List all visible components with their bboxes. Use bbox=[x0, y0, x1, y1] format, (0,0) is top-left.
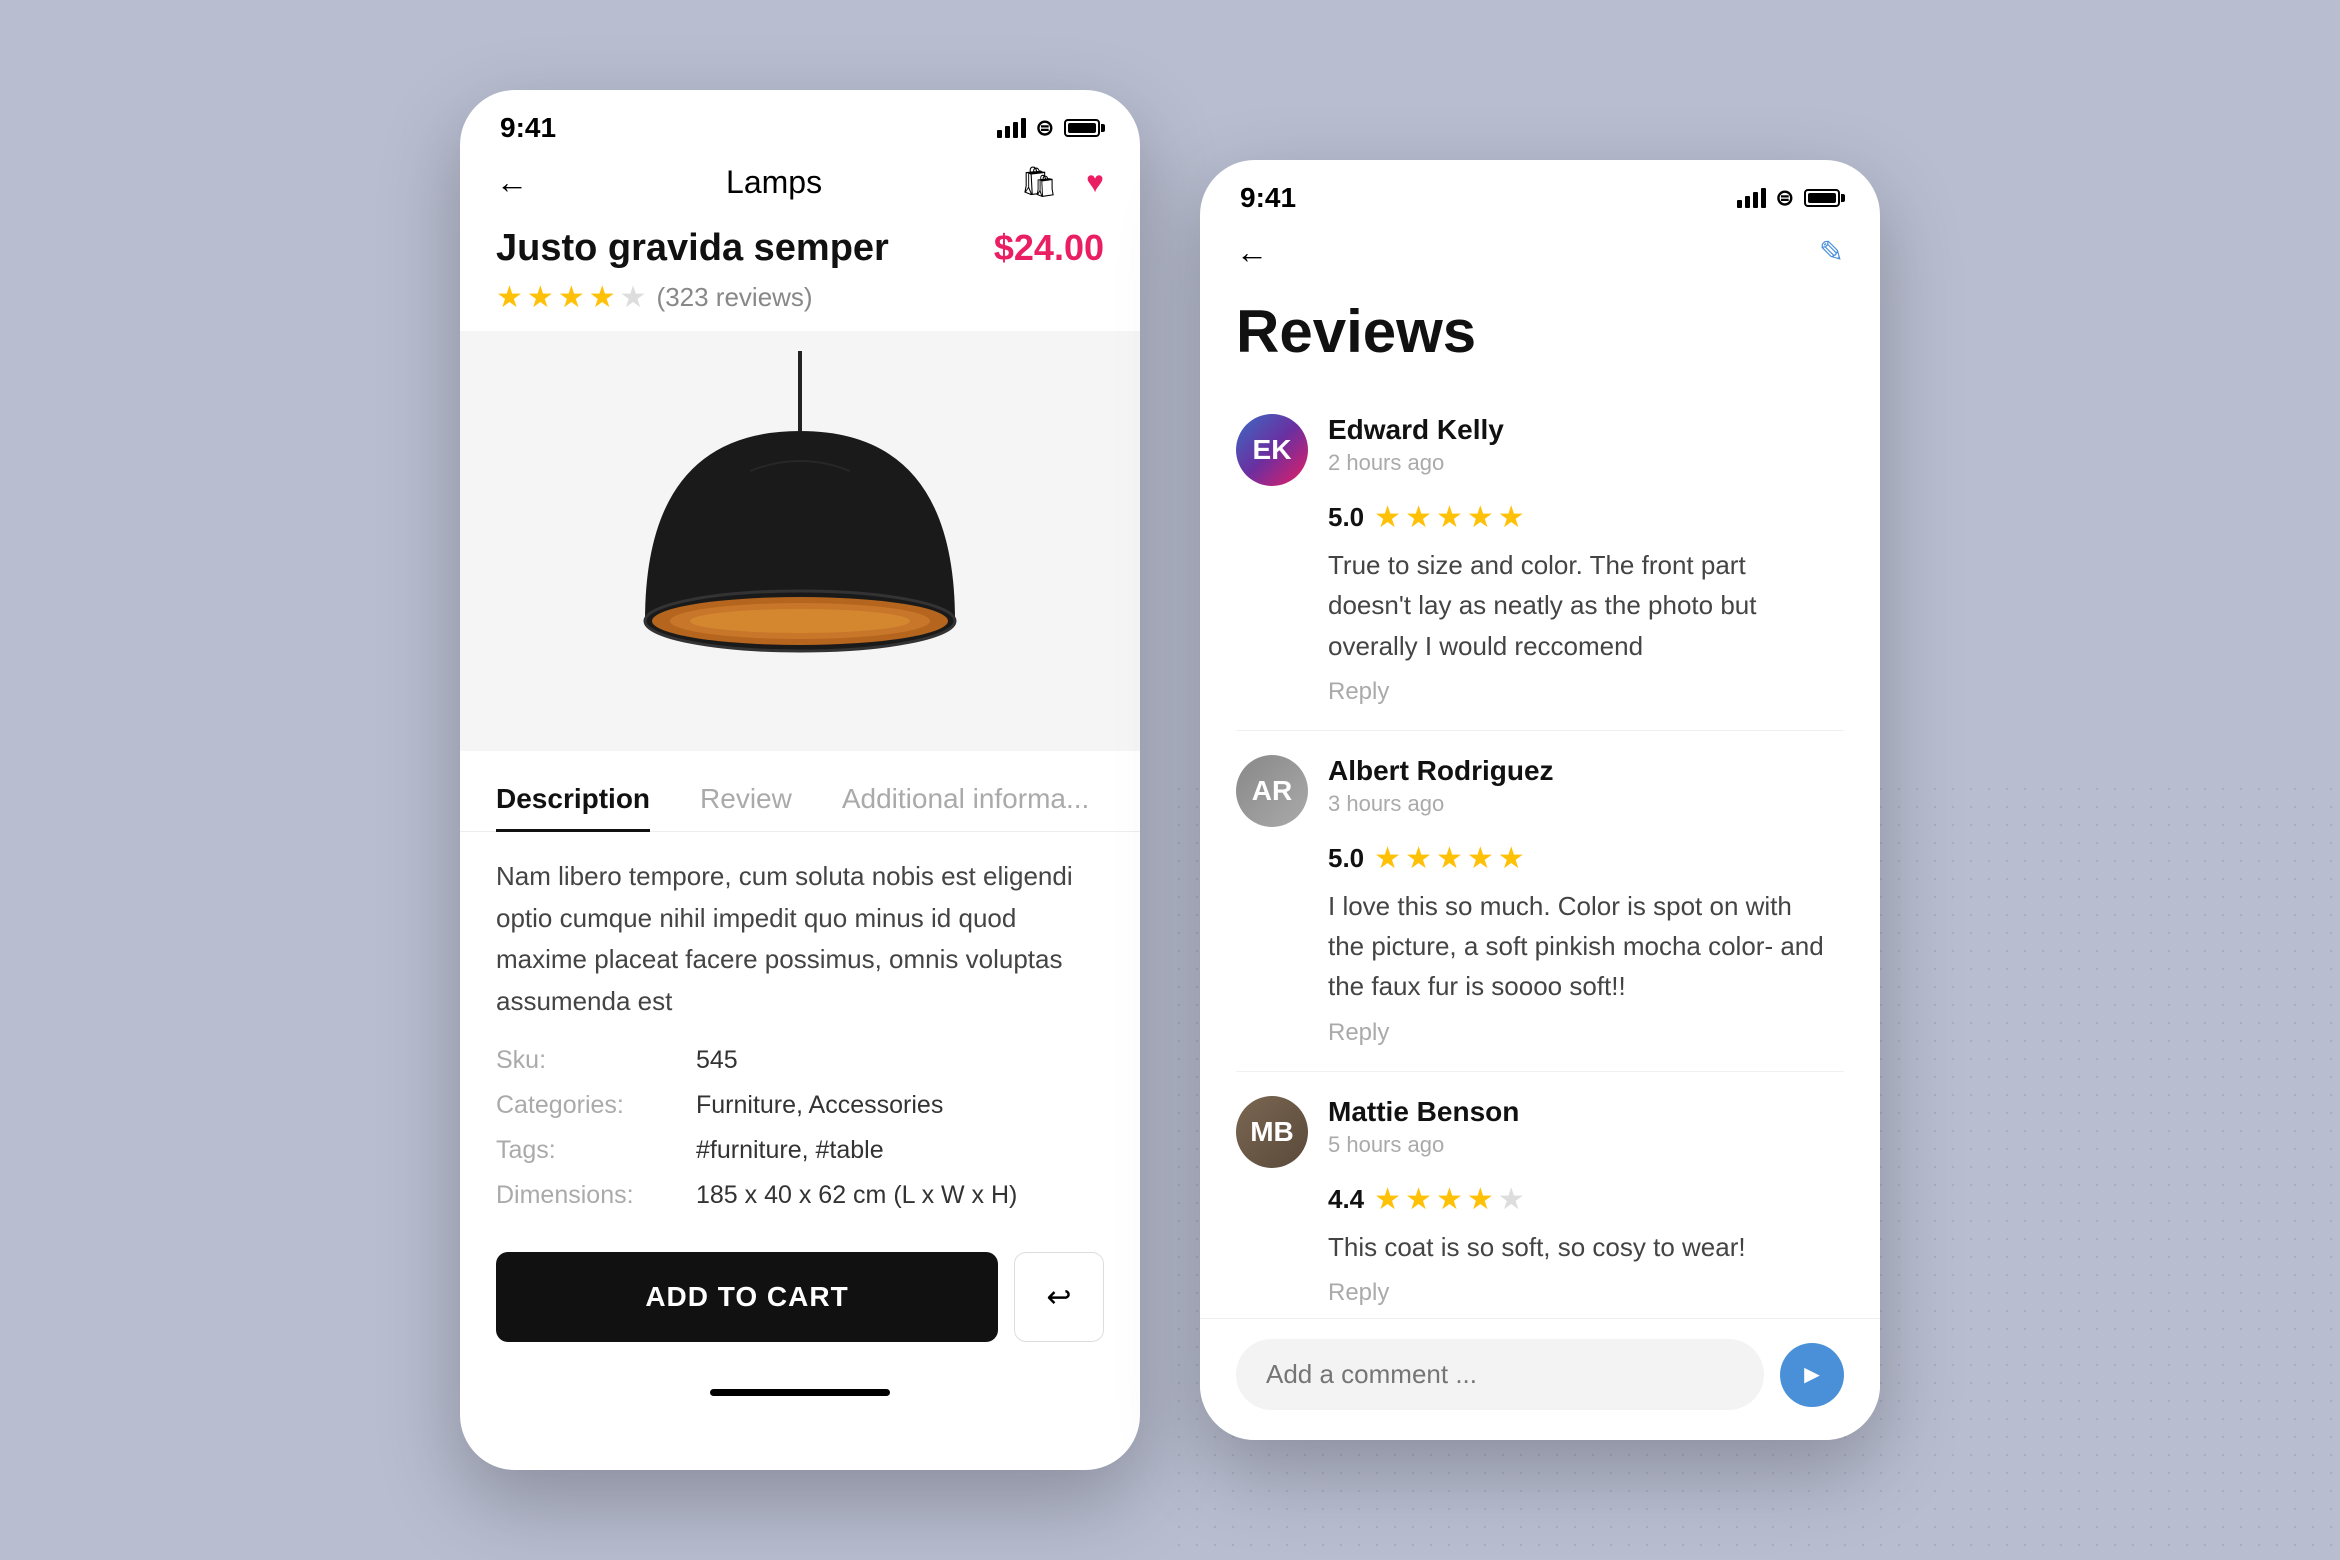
reviewer-info-edward: Edward Kelly 2 hours ago bbox=[1328, 414, 1504, 476]
reviews-list: EK Edward Kelly 2 hours ago 5.0 ★ ★ ★ ★ … bbox=[1200, 390, 1880, 1332]
sku-value: 545 bbox=[696, 1046, 738, 1075]
categories-value: Furniture, Accessories bbox=[696, 1091, 943, 1120]
home-indicator bbox=[460, 1372, 1140, 1412]
detail-tags: Tags: #furniture, #table bbox=[496, 1128, 1104, 1173]
lamp-illustration bbox=[620, 351, 980, 731]
review-header-albert: AR Albert Rodriguez 3 hours ago bbox=[1236, 755, 1844, 827]
status-time: 9:41 bbox=[500, 112, 556, 144]
tags-value: #furniture, #table bbox=[696, 1136, 884, 1165]
comment-bar: ► bbox=[1200, 1318, 1880, 1440]
tab-description[interactable]: Description bbox=[496, 767, 650, 831]
star-rating: ★ ★ ★ ★ ★ bbox=[496, 280, 647, 315]
rating-row: ★ ★ ★ ★ ★ (323 reviews) bbox=[460, 270, 1140, 315]
product-details: Sku: 545 Categories: Furniture, Accessor… bbox=[460, 1038, 1140, 1218]
reviewer-time-edward: 2 hours ago bbox=[1328, 450, 1504, 476]
tab-review[interactable]: Review bbox=[700, 767, 792, 831]
reviews-status-icons: ⊜ bbox=[1737, 185, 1840, 211]
wishlist-icon[interactable]: ♥ bbox=[1086, 166, 1104, 200]
star-4: ★ bbox=[589, 280, 616, 315]
comment-input[interactable] bbox=[1236, 1339, 1764, 1410]
star-3: ★ bbox=[558, 280, 585, 315]
star-2: ★ bbox=[527, 280, 554, 315]
reply-button-mattie[interactable]: Reply bbox=[1236, 1279, 1844, 1307]
reviews-back-button[interactable]: ← bbox=[1236, 234, 1268, 271]
star-1: ★ bbox=[496, 280, 523, 315]
avatar-edward: EK bbox=[1236, 414, 1308, 486]
categories-label: Categories: bbox=[496, 1091, 696, 1120]
review-header-mattie: MB Mattie Benson 5 hours ago bbox=[1236, 1096, 1844, 1168]
reviews-signal-icon bbox=[1737, 188, 1766, 208]
status-icons: ⊜ bbox=[997, 115, 1100, 141]
add-to-cart-button[interactable]: ADD TO CART bbox=[496, 1252, 998, 1342]
review-stars-albert: ★ ★ ★ ★ ★ bbox=[1374, 841, 1525, 876]
reviews-title: Reviews bbox=[1200, 287, 1880, 390]
review-item-albert: AR Albert Rodriguez 3 hours ago 5.0 ★ ★ … bbox=[1236, 731, 1844, 1072]
review-rating-mattie: 4.4 ★ ★ ★ ★ ★ bbox=[1236, 1182, 1844, 1217]
review-count: (323 reviews) bbox=[657, 282, 813, 313]
detail-sku: Sku: 545 bbox=[496, 1038, 1104, 1083]
sku-label: Sku: bbox=[496, 1046, 696, 1075]
product-screen: 9:41 ⊜ ← Lamps 🛍 ♥ Justo gravida semper … bbox=[460, 90, 1140, 1470]
tags-label: Tags: bbox=[496, 1136, 696, 1165]
cart-bar: ADD TO CART ↩ bbox=[460, 1228, 1140, 1372]
review-stars-mattie: ★ ★ ★ ★ ★ bbox=[1374, 1182, 1525, 1217]
product-header: Justo gravida semper $24.00 bbox=[460, 217, 1140, 270]
reviewer-time-mattie: 5 hours ago bbox=[1328, 1132, 1519, 1158]
product-tabs: Description Review Additional informa... bbox=[460, 767, 1140, 832]
reviewer-name-edward: Edward Kelly bbox=[1328, 414, 1504, 446]
review-score-edward: 5.0 bbox=[1328, 502, 1364, 533]
home-bar bbox=[710, 1389, 890, 1396]
share-icon: ↩ bbox=[1046, 1280, 1071, 1315]
reviews-nav: ← ✎ bbox=[1200, 224, 1880, 287]
nav-bar: ← Lamps 🛍 ♥ bbox=[460, 154, 1140, 217]
avatar-mattie: MB bbox=[1236, 1096, 1308, 1168]
reviews-status-bar: 9:41 ⊜ bbox=[1200, 160, 1880, 224]
avatar-albert: AR bbox=[1236, 755, 1308, 827]
review-item-mattie: MB Mattie Benson 5 hours ago 4.4 ★ ★ ★ ★… bbox=[1236, 1072, 1844, 1332]
dimensions-label: Dimensions: bbox=[496, 1181, 696, 1210]
edit-icon[interactable]: ✎ bbox=[1819, 235, 1844, 270]
review-rating-albert: 5.0 ★ ★ ★ ★ ★ bbox=[1236, 841, 1844, 876]
reviewer-name-albert: Albert Rodriguez bbox=[1328, 755, 1554, 787]
reviewer-time-albert: 3 hours ago bbox=[1328, 791, 1554, 817]
wifi-icon: ⊜ bbox=[1036, 115, 1054, 141]
reply-button-edward[interactable]: Reply bbox=[1236, 678, 1844, 706]
tab-additional-info[interactable]: Additional informa... bbox=[842, 767, 1089, 831]
product-price: $24.00 bbox=[994, 227, 1104, 269]
product-title: Justo gravida semper bbox=[496, 227, 889, 270]
nav-actions: 🛍 ♥ bbox=[1020, 165, 1104, 200]
product-description: Nam libero tempore, cum soluta nobis est… bbox=[460, 832, 1140, 1038]
review-score-mattie: 4.4 bbox=[1328, 1184, 1364, 1215]
review-stars-edward: ★ ★ ★ ★ ★ bbox=[1374, 500, 1525, 535]
status-bar: 9:41 ⊜ bbox=[460, 90, 1140, 154]
send-icon: ► bbox=[1799, 1359, 1825, 1390]
reviews-screen: 9:41 ⊜ ← ✎ Reviews EK Edward Kelly 2 hou… bbox=[1200, 160, 1880, 1440]
review-text-edward: True to size and color. The front part d… bbox=[1236, 545, 1844, 666]
reviewer-info-albert: Albert Rodriguez 3 hours ago bbox=[1328, 755, 1554, 817]
send-button[interactable]: ► bbox=[1780, 1343, 1844, 1407]
product-image bbox=[460, 331, 1140, 751]
reply-button-albert[interactable]: Reply bbox=[1236, 1019, 1844, 1047]
review-header-edward: EK Edward Kelly 2 hours ago bbox=[1236, 414, 1844, 486]
reviews-wifi-icon: ⊜ bbox=[1776, 185, 1794, 211]
reviewer-name-mattie: Mattie Benson bbox=[1328, 1096, 1519, 1128]
reviews-battery-icon bbox=[1804, 189, 1840, 207]
review-rating-edward: 5.0 ★ ★ ★ ★ ★ bbox=[1236, 500, 1844, 535]
back-button[interactable]: ← bbox=[496, 164, 528, 201]
detail-categories: Categories: Furniture, Accessories bbox=[496, 1083, 1104, 1128]
star-5: ★ bbox=[620, 280, 647, 315]
review-text-albert: I love this so much. Color is spot on wi… bbox=[1236, 886, 1844, 1007]
review-item-edward: EK Edward Kelly 2 hours ago 5.0 ★ ★ ★ ★ … bbox=[1236, 390, 1844, 731]
review-text-mattie: This coat is so soft, so cosy to wear! bbox=[1236, 1227, 1844, 1267]
share-button[interactable]: ↩ bbox=[1014, 1252, 1104, 1342]
review-score-albert: 5.0 bbox=[1328, 843, 1364, 874]
reviewer-info-mattie: Mattie Benson 5 hours ago bbox=[1328, 1096, 1519, 1158]
signal-icon bbox=[997, 118, 1026, 138]
cart-icon[interactable]: 🛍 bbox=[1020, 165, 1058, 200]
nav-title: Lamps bbox=[726, 164, 822, 201]
reviews-status-time: 9:41 bbox=[1240, 182, 1296, 214]
battery-icon bbox=[1064, 119, 1100, 137]
detail-dimensions: Dimensions: 185 x 40 x 62 cm (L x W x H) bbox=[496, 1173, 1104, 1218]
dimensions-value: 185 x 40 x 62 cm (L x W x H) bbox=[696, 1181, 1017, 1210]
